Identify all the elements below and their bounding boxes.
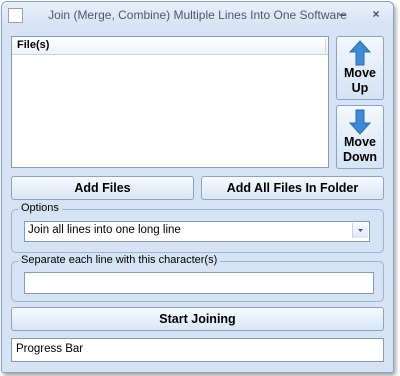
separator-group: Separate each line with this character(s… [11,254,384,302]
move-up-label-1: Move [344,66,376,80]
progress-bar-label: Progress Bar [16,343,84,355]
progress-bar: Progress Bar [11,338,384,362]
add-folder-button[interactable]: Add All Files In Folder [201,176,384,200]
minimize-icon[interactable]: – [332,5,352,23]
chevron-down-icon [358,229,363,232]
start-joining-button[interactable]: Start Joining [11,307,384,331]
file-list-header[interactable]: File(s) [12,37,328,55]
close-icon[interactable]: × [366,5,386,23]
title-bar[interactable]: Join (Merge, Combine) Multiple Lines Int… [2,2,393,28]
move-up-button[interactable]: Move Up [336,36,384,100]
client-area: File(s) Move Up Move Down Add Files Add … [2,28,393,372]
options-group: Options Join all lines into one long lin… [11,202,384,253]
options-legend: Options [18,202,62,214]
arrow-up-icon [349,40,371,66]
column-divider [325,39,326,52]
move-down-label-1: Move [344,135,376,149]
add-files-button[interactable]: Add Files [11,176,194,200]
dropdown-arrow-icon[interactable] [352,223,368,238]
move-down-label-2: Down [342,150,378,164]
options-dropdown[interactable]: Join all lines into one long line [24,221,370,242]
arrow-down-icon [349,109,371,135]
move-down-button[interactable]: Move Down [336,105,384,169]
options-selected-value: Join all lines into one long line [28,224,181,236]
separator-legend: Separate each line with this character(s… [18,254,221,266]
separator-input[interactable] [24,272,374,294]
file-list[interactable]: File(s) [11,36,329,168]
app-window: Join (Merge, Combine) Multiple Lines Int… [1,1,394,373]
file-list-header-label: File(s) [17,39,50,51]
move-up-label-2: Up [351,81,369,95]
